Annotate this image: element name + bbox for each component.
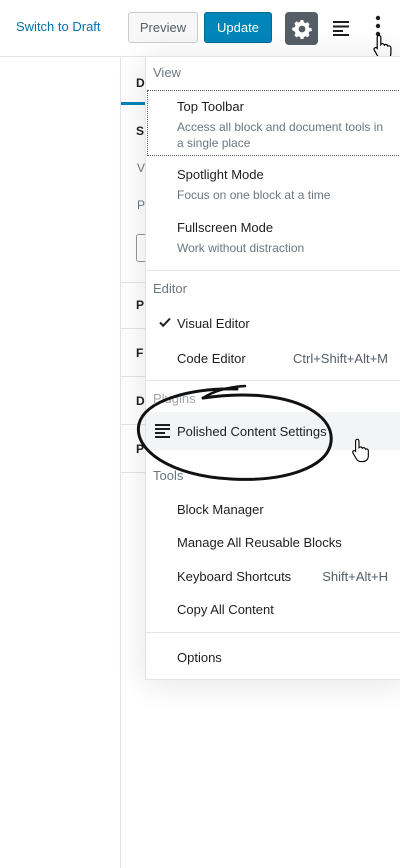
menu-item-title: Spotlight Mode	[177, 167, 264, 182]
menu-item-title: Fullscreen Mode	[177, 220, 274, 235]
sidebar-divider	[121, 282, 146, 283]
sidebar-text-fragment: V	[137, 161, 146, 175]
menu-item-top-toolbar[interactable]: Top Toolbar Access all block and documen…	[146, 90, 400, 156]
preview-button[interactable]: Preview	[128, 12, 198, 43]
menu-item-title: Manage All Reusable Blocks	[177, 535, 342, 550]
sidebar-panel-fragment[interactable]: D	[136, 394, 145, 408]
menu-item-title: Top Toolbar	[177, 99, 244, 114]
menu-separator	[146, 632, 400, 633]
editor-header: Switch to Draft Preview Update	[0, 0, 400, 57]
hand-cursor-icon	[352, 438, 369, 463]
menu-group-label-tools: Tools	[153, 468, 184, 483]
update-button[interactable]: Update	[204, 12, 272, 43]
menu-item-manage-reusable-blocks[interactable]: Manage All Reusable Blocks	[146, 527, 400, 559]
menu-item-spotlight-mode[interactable]: Spotlight Mode Focus on one block at a t…	[146, 158, 400, 208]
sidebar-panel-fragment: S	[136, 124, 145, 138]
sidebar-divider	[121, 472, 146, 473]
menu-item-code-editor[interactable]: Code Editor Ctrl+Shift+Alt+M	[146, 342, 400, 374]
menu-item-block-manager[interactable]: Block Manager	[146, 494, 400, 526]
document-outline-button[interactable]	[332, 16, 352, 40]
sidebar-divider	[121, 376, 146, 377]
gear-icon	[291, 19, 312, 39]
sidebar-divider	[121, 424, 146, 425]
menu-item-title: Copy All Content	[177, 602, 274, 617]
document-outline-icon	[333, 21, 349, 36]
sidebar-divider	[121, 328, 146, 329]
menu-item-title: Polished Content Settings	[177, 424, 327, 439]
settings-button[interactable]	[285, 12, 318, 45]
sidebar-text-fragment: P	[137, 198, 146, 212]
switch-to-draft-link[interactable]: Switch to Draft	[16, 19, 101, 34]
sidebar-border	[120, 56, 121, 868]
menu-item-title: Code Editor	[177, 351, 246, 366]
menu-group-label-editor: Editor	[153, 281, 187, 296]
sidebar-active-tab-indicator	[121, 102, 145, 105]
menu-separator	[146, 380, 400, 381]
menu-item-title: Visual Editor	[177, 316, 250, 331]
menu-group-label-view: View	[153, 65, 181, 80]
menu-separator	[146, 270, 400, 271]
menu-item-visual-editor[interactable]: Visual Editor	[146, 307, 400, 339]
menu-item-keyboard-shortcuts[interactable]: Keyboard Shortcuts Shift+Alt+H	[146, 561, 400, 593]
menu-item-description: Work without distraction	[177, 241, 305, 255]
menu-item-shortcut: Shift+Alt+H	[322, 569, 388, 584]
menu-item-description: Focus on one block at a time	[177, 188, 331, 202]
more-menu-dropdown: View Top Toolbar Access all block and do…	[145, 56, 400, 680]
menu-group-label-plugins: Plugins	[153, 391, 196, 406]
menu-item-options[interactable]: Options	[146, 642, 400, 674]
menu-item-fullscreen-mode[interactable]: Fullscreen Mode Work without distraction	[146, 211, 400, 261]
sidebar-panel-fragment[interactable]: F	[136, 346, 143, 360]
menu-item-title: Options	[177, 650, 222, 665]
menu-item-shortcut: Ctrl+Shift+Alt+M	[292, 351, 388, 366]
menu-item-title: Block Manager	[177, 502, 264, 517]
menu-item-copy-all-content[interactable]: Copy All Content	[146, 594, 400, 626]
sidebar-panel-fragment[interactable]: P	[136, 442, 144, 456]
menu-item-title: Keyboard Shortcuts	[177, 569, 292, 584]
sidebar-tab-fragment[interactable]: D	[136, 76, 145, 90]
menu-item-description: Access all block and document tools in a…	[177, 120, 384, 150]
sidebar-panel-fragment[interactable]: P	[136, 298, 144, 312]
